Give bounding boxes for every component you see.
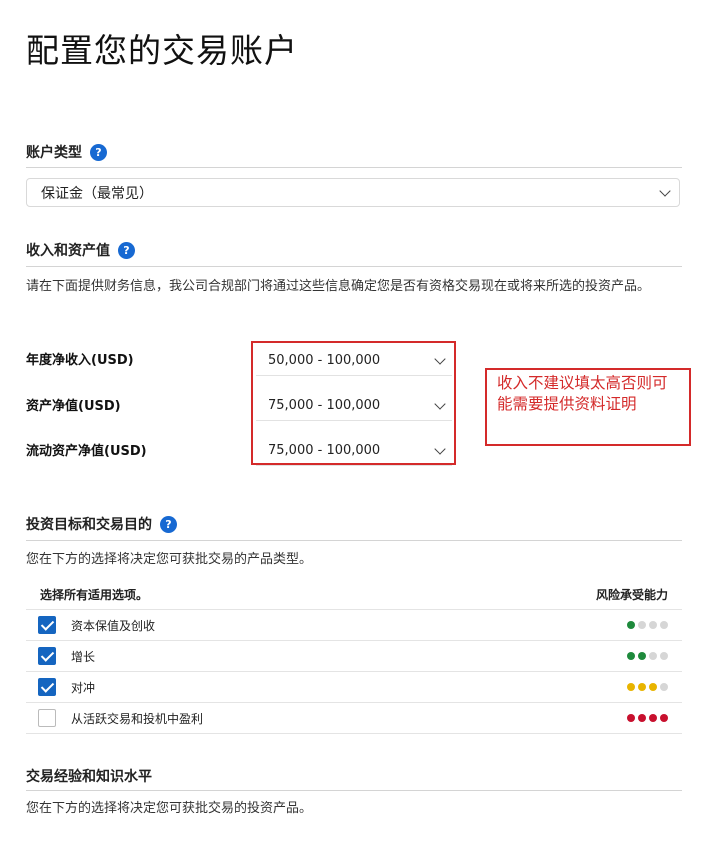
highlight-frame [251,341,456,465]
risk-indicator [627,683,668,691]
risk-indicator [627,621,668,629]
select-all-label: 选择所有适用选项。 [40,588,149,602]
income-assets-heading-text: 收入和资产值 [26,243,110,259]
experience-description: 您在下方的选择将决定您可获批交易的投资产品。 [26,801,313,816]
divider [26,790,682,791]
experience-heading: 交易经验和知识水平 [26,766,152,786]
objective-label: 增长 [71,649,96,664]
liquid-net-worth-label: 流动资产净值(USD) [26,444,147,459]
risk-dot [638,652,646,660]
divider [26,266,682,267]
help-icon[interactable]: ? [90,143,107,161]
risk-dot [627,621,635,629]
risk-dot [660,621,668,629]
help-icon[interactable]: ? [118,241,135,259]
account-type-heading: 账户类型 ? [26,142,107,162]
objective-row-growth[interactable]: 增长 [26,641,682,672]
experience-heading-text: 交易经验和知识水平 [26,769,152,785]
checkbox-checked[interactable] [38,616,56,634]
objectives-table-header: 选择所有适用选项。 风险承受能力 [26,580,682,610]
risk-dot [638,683,646,691]
checkbox-unchecked[interactable] [38,709,56,727]
risk-dot [660,714,668,722]
income-assets-heading: 收入和资产值 ? [26,240,135,260]
risk-dot [649,683,657,691]
annotation-note: 收入不建议填太高否则可能需要提供资料证明 [485,368,691,446]
risk-indicator [627,714,668,722]
objectives-heading-text: 投资目标和交易目的 [26,517,152,533]
risk-dot [649,621,657,629]
divider [26,167,682,168]
objective-label: 资本保值及创收 [71,618,156,633]
checkbox-checked[interactable] [38,678,56,696]
objective-row-hedging[interactable]: 对冲 [26,672,682,703]
annual-income-label: 年度净收入(USD) [26,353,134,368]
risk-dot [638,621,646,629]
help-icon[interactable]: ? [160,515,177,533]
account-type-select[interactable]: 保证金（最常见） [26,178,680,207]
checkbox-checked[interactable] [38,647,56,665]
risk-dot [649,652,657,660]
net-worth-label: 资产净值(USD) [26,399,121,414]
risk-dot [627,714,635,722]
objectives-description: 您在下方的选择将决定您可获批交易的产品类型。 [26,552,313,567]
risk-dot [627,683,635,691]
income-assets-description: 请在下面提供财务信息，我公司合规部门将通过这些信息确定您是否有资格交易现在或将来… [26,279,651,294]
objective-row-capital-preservation[interactable]: 资本保值及创收 [26,610,682,641]
account-type-heading-text: 账户类型 [26,145,82,161]
objective-label: 从活跃交易和投机中盈利 [71,711,204,726]
risk-tolerance-label: 风险承受能力 [595,588,668,602]
risk-dot [660,652,668,660]
page-title: 配置您的交易账户 [26,31,298,70]
account-type-value: 保证金（最常见） [41,185,153,202]
objective-label: 对冲 [71,680,96,695]
risk-dot [660,683,668,691]
risk-dot [638,714,646,722]
risk-dot [649,714,657,722]
risk-indicator [627,652,668,660]
risk-dot [627,652,635,660]
objectives-heading: 投资目标和交易目的 ? [26,514,177,534]
chevron-down-icon [659,184,671,197]
divider [26,540,682,541]
objective-row-speculation[interactable]: 从活跃交易和投机中盈利 [26,703,682,734]
